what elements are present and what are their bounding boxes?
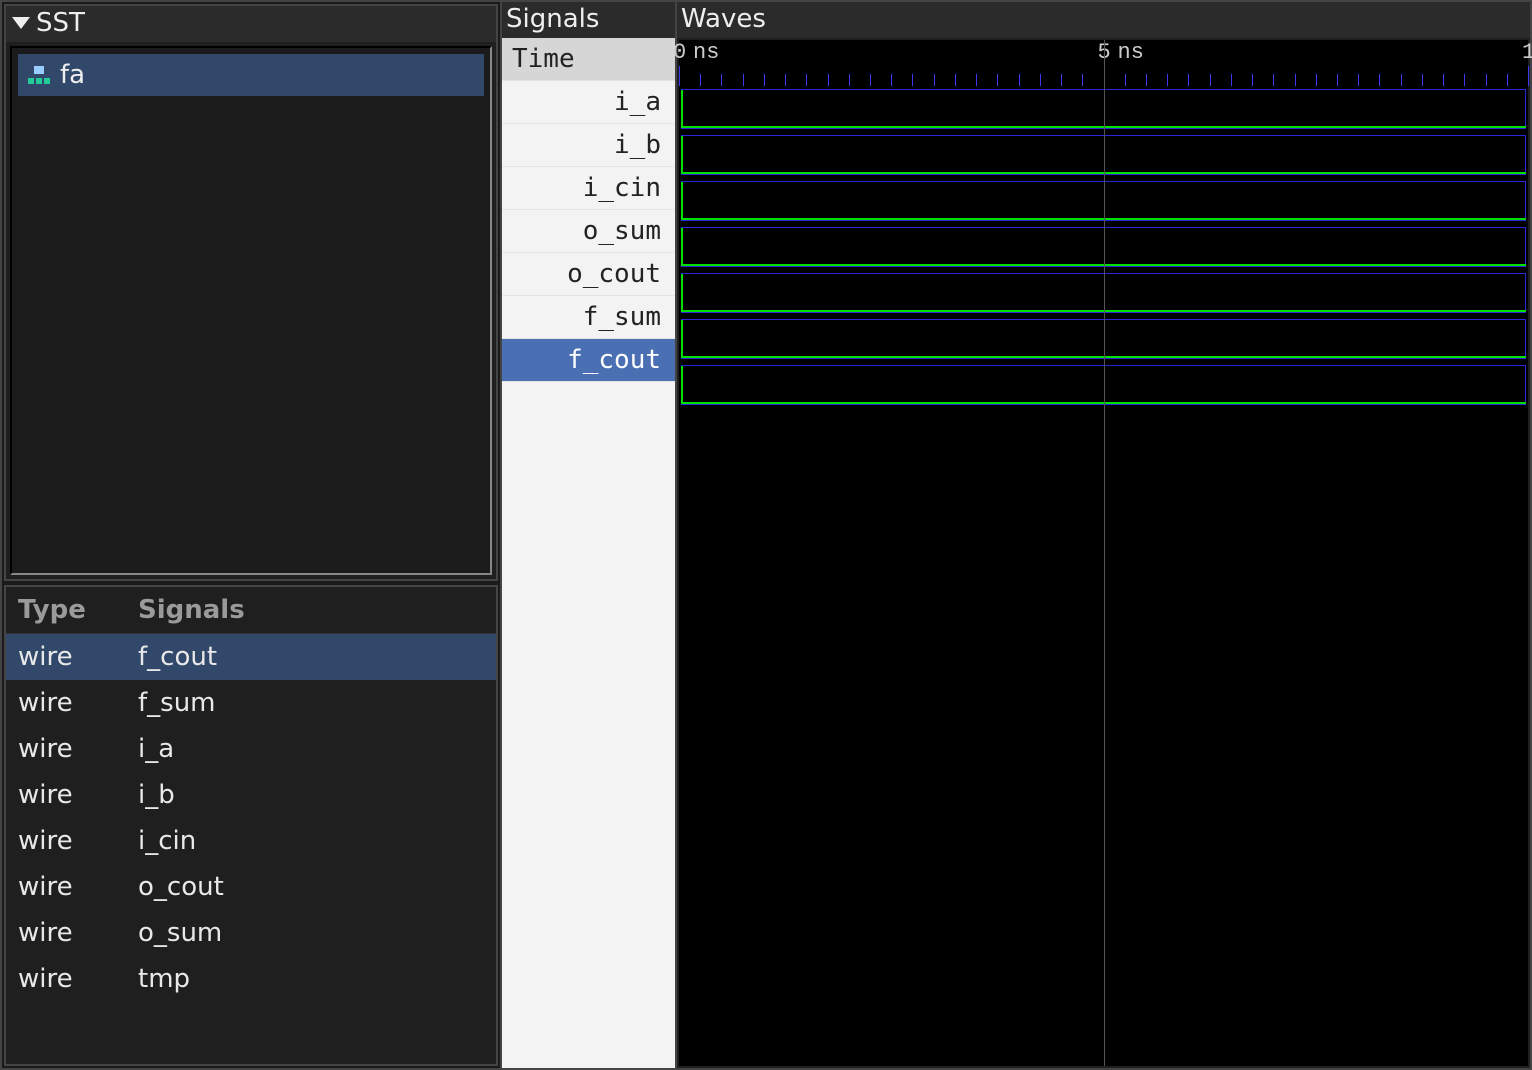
table-row[interactable]: wire o_cout	[6, 864, 496, 910]
signal-item[interactable]: o_sum	[502, 210, 675, 253]
sst-panel-header[interactable]: SST	[6, 6, 496, 42]
tree-module-fa[interactable]: fa	[18, 54, 484, 96]
col-header-signals[interactable]: Signals	[138, 595, 484, 625]
cell-name: i_cin	[138, 826, 484, 856]
module-icon	[28, 66, 50, 84]
signals-list[interactable]: Time i_ai_bi_cino_sumo_coutf_sumf_cout	[502, 38, 675, 1068]
signal-table-header: Type Signals	[6, 587, 496, 634]
cell-name: f_sum	[138, 688, 484, 718]
cell-name: o_sum	[138, 918, 484, 948]
cell-type: wire	[18, 872, 108, 902]
waves-panel-header: Waves	[677, 2, 1530, 38]
time-gridline-5ns	[1104, 40, 1105, 1066]
tick-unit: ns	[1118, 40, 1144, 65]
signal-item[interactable]: i_cin	[502, 167, 675, 210]
tree-module-label: fa	[60, 60, 85, 90]
sst-tree[interactable]: fa	[10, 46, 492, 575]
table-row[interactable]: wire i_b	[6, 772, 496, 818]
cell-type: wire	[18, 964, 108, 994]
sst-panel: SST fa	[4, 4, 498, 581]
signal-table-panel: Type Signals wire f_coutwire f_sumwire i…	[4, 585, 498, 1066]
cell-name: f_cout	[138, 642, 484, 672]
signal-item[interactable]: f_cout	[502, 339, 675, 382]
tick-label: 10	[1522, 40, 1532, 65]
table-row[interactable]: wire f_sum	[6, 680, 496, 726]
signal-item[interactable]: f_sum	[502, 296, 675, 339]
table-row[interactable]: wire o_sum	[6, 910, 496, 956]
cell-type: wire	[18, 780, 108, 810]
cell-type: wire	[18, 642, 108, 672]
signal-table-body[interactable]: wire f_coutwire f_sumwire i_awire i_bwir…	[6, 634, 496, 1002]
tick-label: 0	[673, 40, 686, 65]
waves-title: Waves	[681, 4, 766, 34]
waves-viewport[interactable]: 0ns5ns10ns	[679, 40, 1528, 1066]
cell-name: o_cout	[138, 872, 484, 902]
table-row[interactable]: wire tmp	[6, 956, 496, 1002]
collapse-icon[interactable]	[12, 17, 30, 29]
signal-item[interactable]: i_a	[502, 81, 675, 124]
table-row[interactable]: wire i_cin	[6, 818, 496, 864]
tick-unit: ns	[693, 40, 719, 65]
cell-type: wire	[18, 688, 108, 718]
cell-type: wire	[18, 918, 108, 948]
table-row[interactable]: wire i_a	[6, 726, 496, 772]
signals-panel-header: Signals	[502, 2, 675, 38]
app-root: SST fa Type Signals wire f_coutwire	[0, 0, 1532, 1070]
waves-panel: Waves 0ns5ns10ns	[677, 2, 1530, 1068]
sst-title: SST	[36, 8, 85, 38]
left-column: SST fa Type Signals wire f_coutwire	[2, 2, 502, 1068]
signal-item[interactable]: o_cout	[502, 253, 675, 296]
signal-item[interactable]: i_b	[502, 124, 675, 167]
signals-panel: Signals Time i_ai_bi_cino_sumo_coutf_sum…	[502, 2, 677, 1068]
cell-name: tmp	[138, 964, 484, 994]
time-row[interactable]: Time	[502, 38, 675, 81]
cell-name: i_a	[138, 734, 484, 764]
signals-title: Signals	[506, 4, 599, 34]
cell-type: wire	[18, 826, 108, 856]
col-header-type[interactable]: Type	[18, 595, 108, 625]
cell-name: i_b	[138, 780, 484, 810]
cell-type: wire	[18, 734, 108, 764]
table-row[interactable]: wire f_cout	[6, 634, 496, 680]
